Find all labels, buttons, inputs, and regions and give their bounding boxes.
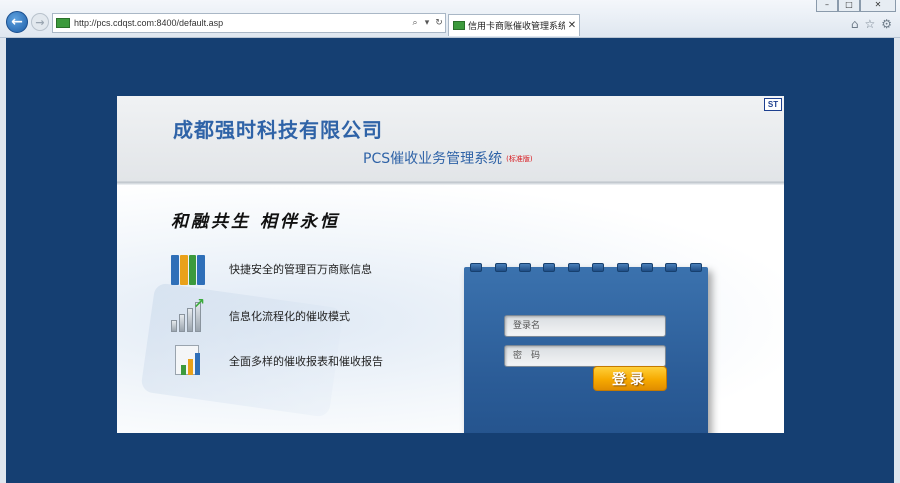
home-icon[interactable]: ⌂: [851, 17, 859, 31]
browser-tab[interactable]: 信用卡商账催收管理系统-... ✕: [448, 14, 580, 36]
login-panel: 成都强时科技有限公司 PCS催收业务管理系统 (标准版) ST 和融共生 相伴永恒…: [117, 96, 784, 433]
login-button[interactable]: 登录: [593, 366, 667, 391]
password-input[interactable]: [504, 345, 666, 367]
edition-label: (标准版): [506, 155, 533, 163]
tab-favicon-icon: [453, 21, 465, 30]
up-arrow-icon: ↗: [193, 296, 205, 312]
username-input[interactable]: [504, 315, 666, 337]
favorites-star-icon[interactable]: ☆: [864, 17, 875, 31]
system-title: PCS催收业务管理系统 (标准版): [363, 148, 533, 168]
panel-header: 成都强时科技有限公司 PCS催收业务管理系统 (标准版) ST: [117, 96, 784, 182]
site-favicon-icon: [56, 18, 70, 28]
body-area: 和融共生 相伴永恒 快捷安全的管理百万商账信息 ↗ 信息化流程化的催收模式 全面…: [117, 185, 784, 433]
settings-gear-icon[interactable]: ⚙: [881, 17, 892, 31]
page-background: 成都强时科技有限公司 PCS催收业务管理系统 (标准版) ST 和融共生 相伴永恒…: [0, 38, 900, 483]
window-close-icon[interactable]: ✕: [860, 0, 896, 12]
maximize-icon[interactable]: □: [838, 0, 860, 12]
feature-item: 快捷安全的管理百万商账信息: [171, 253, 372, 285]
forward-arrow-icon[interactable]: →: [31, 13, 49, 31]
minimize-icon[interactable]: –: [816, 0, 838, 12]
feature-item: 全面多样的催收报表和催收报告: [171, 345, 383, 377]
growth-chart-icon: ↗: [171, 296, 205, 332]
tab-title: 信用卡商账催收管理系统-...: [468, 22, 565, 32]
url-text[interactable]: http://pcs.cdqst.com:8400/default.asp: [74, 18, 409, 28]
system-name: PCS催收业务管理系统: [363, 151, 503, 167]
report-chart-icon: [171, 345, 205, 377]
st-logo: ST: [764, 98, 782, 111]
search-icon[interactable]: ⌕: [409, 18, 421, 28]
feature-text: 全面多样的催收报表和催收报告: [229, 355, 383, 368]
feature-item: ↗ 信息化流程化的催收模式: [171, 296, 350, 332]
browser-chrome: ← → http://pcs.cdqst.com:8400/default.as…: [0, 0, 900, 38]
refresh-icon[interactable]: ↻: [433, 18, 445, 28]
window-controls: – □ ✕: [816, 0, 896, 12]
binder-rings: [464, 263, 708, 273]
login-box: 登录: [464, 263, 708, 433]
company-name: 成都强时科技有限公司: [173, 118, 383, 142]
back-arrow-icon[interactable]: ←: [6, 11, 28, 33]
slogan: 和融共生 相伴永恒: [171, 212, 340, 232]
toolbar-icons: ⌂ ☆ ⚙: [851, 17, 892, 31]
feature-text: 快捷安全的管理百万商账信息: [229, 263, 372, 276]
binders-icon: [171, 253, 205, 285]
address-bar[interactable]: http://pcs.cdqst.com:8400/default.asp ⌕ …: [52, 13, 446, 33]
tab-close-icon[interactable]: ✕: [565, 20, 579, 31]
feature-text: 信息化流程化的催收模式: [229, 310, 350, 323]
dropdown-icon[interactable]: ▾: [421, 18, 433, 28]
